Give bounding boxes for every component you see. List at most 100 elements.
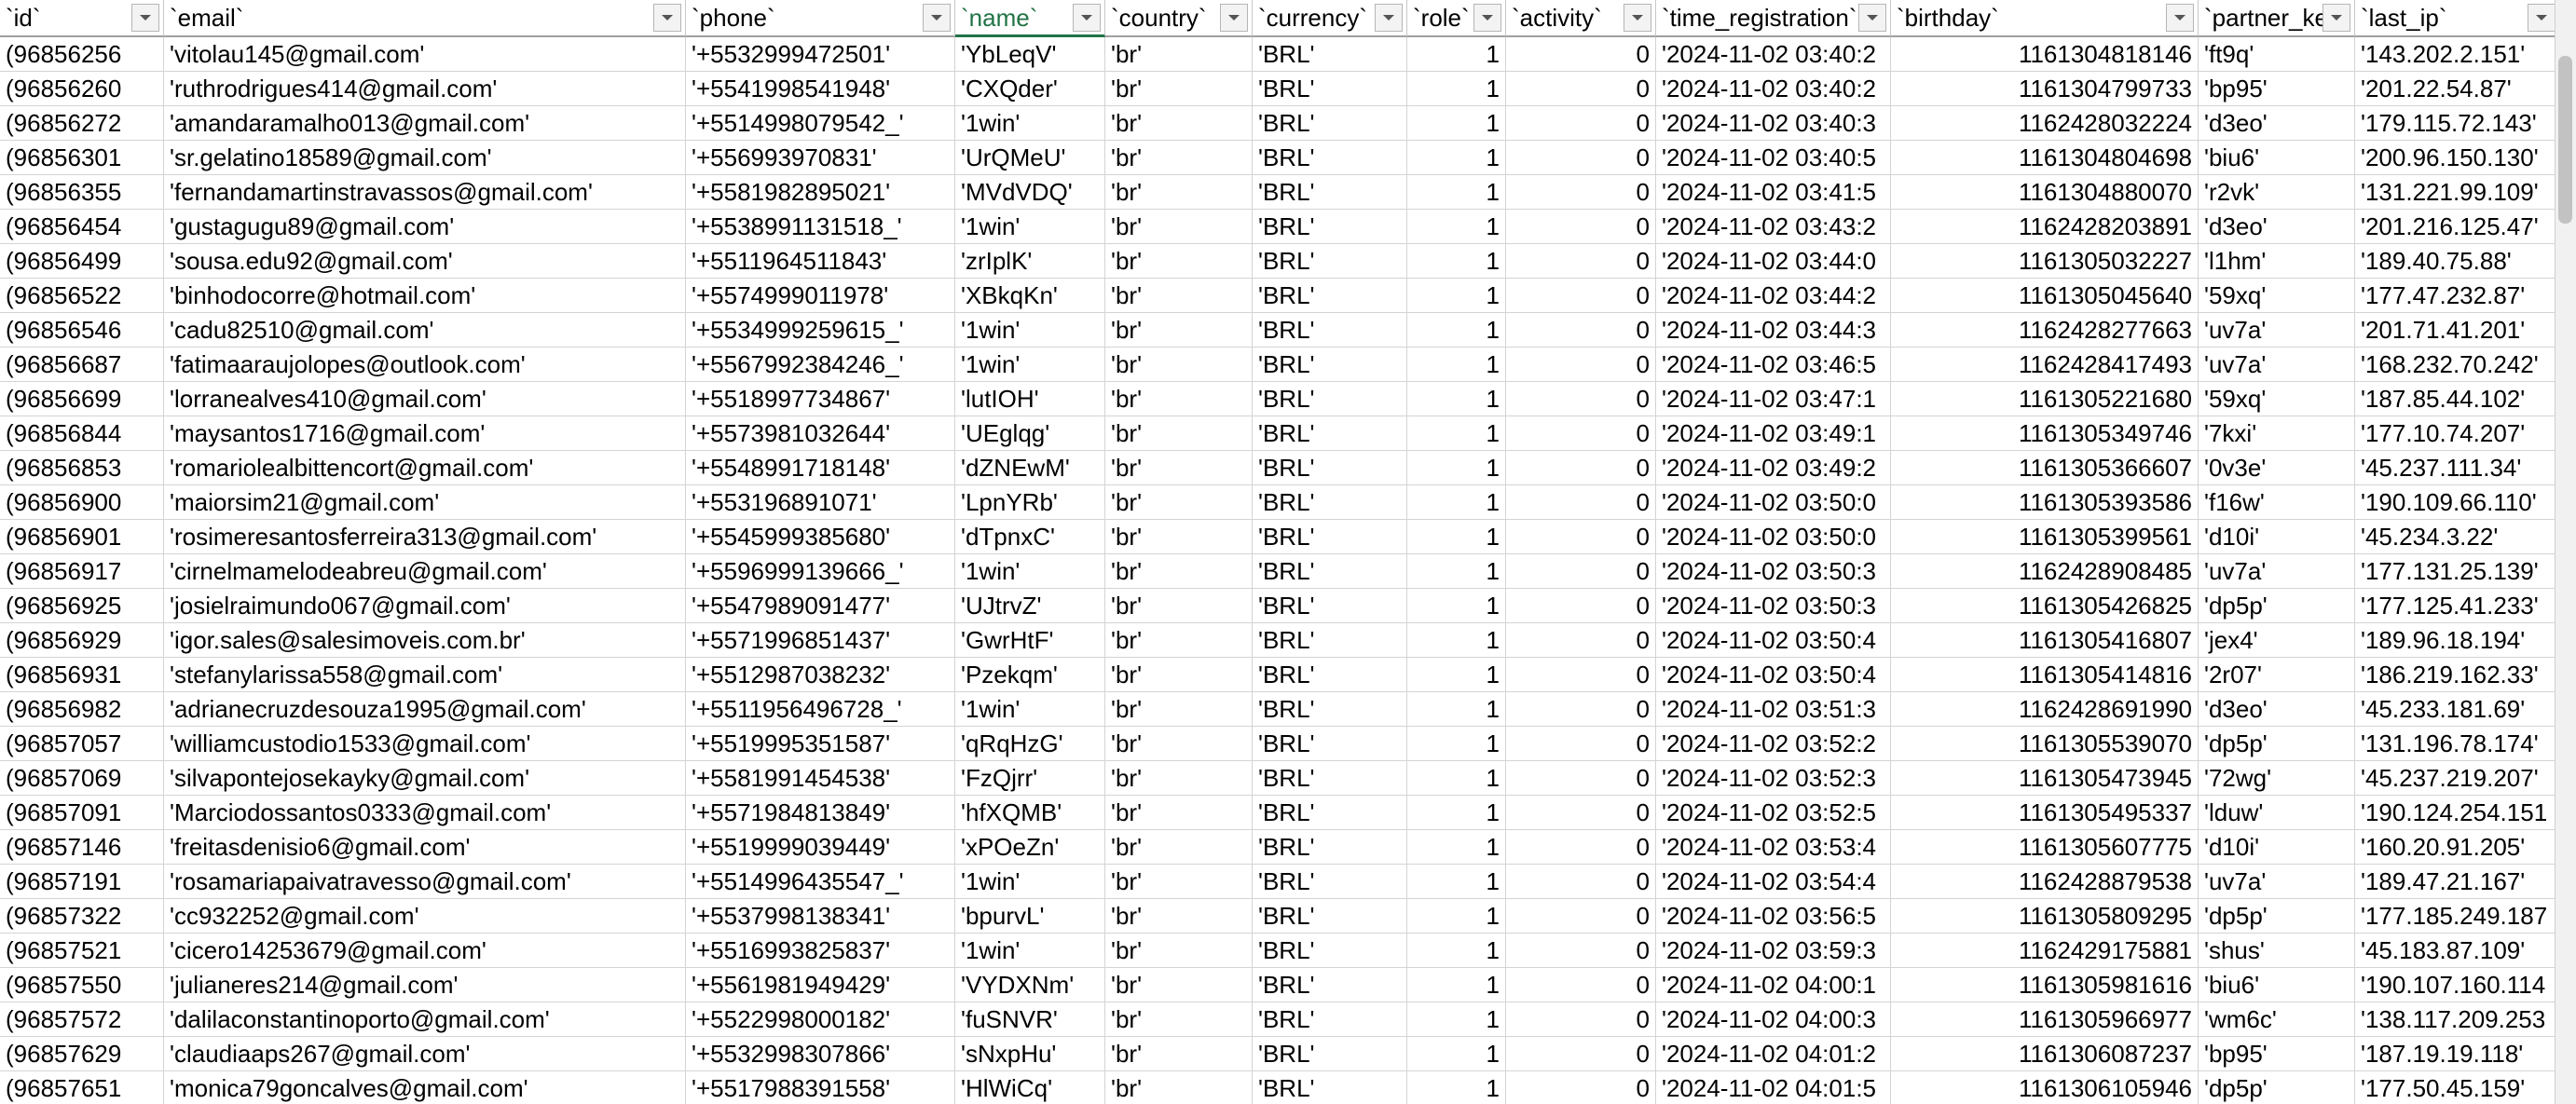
cell-time-registration[interactable]: '2024-11-02 03:49:2: [1656, 451, 1891, 485]
cell-last-ip[interactable]: '45.233.181.69': [2355, 692, 2560, 727]
cell-currency[interactable]: 'BRL': [1253, 106, 1407, 141]
cell-name[interactable]: 'YbLeqV': [955, 37, 1105, 72]
cell-name[interactable]: 'HlWiCq': [955, 1071, 1105, 1104]
cell-role[interactable]: 1: [1407, 348, 1506, 382]
cell-id[interactable]: (96856256: [0, 37, 164, 72]
cell-role[interactable]: 1: [1407, 761, 1506, 796]
cell-time-registration[interactable]: '2024-11-02 03:40:2: [1656, 72, 1891, 106]
cell-country[interactable]: 'br': [1105, 1071, 1253, 1104]
cell-last-ip[interactable]: '201.71.41.201': [2355, 313, 2560, 348]
cell-id[interactable]: (96856853: [0, 451, 164, 485]
cell-phone[interactable]: '+5581991454538': [686, 761, 955, 796]
cell-country[interactable]: 'br': [1105, 175, 1253, 210]
cell-country[interactable]: 'br': [1105, 865, 1253, 899]
cell-activity[interactable]: 0: [1506, 934, 1656, 968]
cell-phone[interactable]: '+5596999139666_': [686, 554, 955, 589]
cell-birthday[interactable]: 1161305399561: [1891, 520, 2199, 554]
cell-last-ip[interactable]: '177.10.74.207': [2355, 416, 2560, 451]
cell-role[interactable]: 1: [1407, 727, 1506, 761]
cell-partner-key[interactable]: '59xq': [2199, 279, 2355, 313]
cell-currency[interactable]: 'BRL': [1253, 175, 1407, 210]
cell-birthday[interactable]: 1162428277663: [1891, 313, 2199, 348]
column-header-email[interactable]: `email`: [164, 0, 686, 37]
cell-name[interactable]: 'VYDXNm': [955, 968, 1105, 1002]
cell-email[interactable]: 'julianeres214@gmail.com': [164, 968, 686, 1002]
cell-country[interactable]: 'br': [1105, 934, 1253, 968]
cell-activity[interactable]: 0: [1506, 658, 1656, 692]
cell-phone[interactable]: '+5514998079542_': [686, 106, 955, 141]
cell-id[interactable]: (96856982: [0, 692, 164, 727]
cell-time-registration[interactable]: '2024-11-02 03:43:2: [1656, 210, 1891, 244]
cell-time-registration[interactable]: '2024-11-02 03:49:1: [1656, 416, 1891, 451]
cell-id[interactable]: (96856260: [0, 72, 164, 106]
cell-country[interactable]: 'br': [1105, 348, 1253, 382]
cell-time-registration[interactable]: '2024-11-02 03:50:0: [1656, 520, 1891, 554]
cell-phone[interactable]: '+5538991131518_': [686, 210, 955, 244]
cell-partner-key[interactable]: 'l1hm': [2199, 244, 2355, 279]
cell-phone[interactable]: '+5516993825837': [686, 934, 955, 968]
cell-role[interactable]: 1: [1407, 796, 1506, 830]
cell-id[interactable]: (96856546: [0, 313, 164, 348]
cell-email[interactable]: 'romariolealbittencort@gmail.com': [164, 451, 686, 485]
cell-partner-key[interactable]: 'bp95': [2199, 72, 2355, 106]
vertical-scrollbar[interactable]: [2555, 0, 2576, 1104]
cell-name[interactable]: 'XBkqKn': [955, 279, 1105, 313]
cell-id[interactable]: (96857191: [0, 865, 164, 899]
cell-partner-key[interactable]: 'biu6': [2199, 968, 2355, 1002]
cell-birthday[interactable]: 1161305032227: [1891, 244, 2199, 279]
cell-id[interactable]: (96856929: [0, 623, 164, 658]
cell-last-ip[interactable]: '189.96.18.194': [2355, 623, 2560, 658]
cell-phone[interactable]: '+5514996435547_': [686, 865, 955, 899]
column-header-id[interactable]: `id`: [0, 0, 164, 37]
cell-name[interactable]: 'UJtrvZ': [955, 589, 1105, 623]
cell-activity[interactable]: 0: [1506, 416, 1656, 451]
cell-currency[interactable]: 'BRL': [1253, 1071, 1407, 1104]
cell-activity[interactable]: 0: [1506, 175, 1656, 210]
cell-activity[interactable]: 0: [1506, 244, 1656, 279]
cell-partner-key[interactable]: 'biu6': [2199, 141, 2355, 175]
cell-country[interactable]: 'br': [1105, 520, 1253, 554]
cell-activity[interactable]: 0: [1506, 106, 1656, 141]
cell-activity[interactable]: 0: [1506, 210, 1656, 244]
cell-id[interactable]: (96856900: [0, 485, 164, 520]
cell-last-ip[interactable]: '45.237.111.34': [2355, 451, 2560, 485]
cell-role[interactable]: 1: [1407, 1037, 1506, 1071]
cell-phone[interactable]: '+5541998541948': [686, 72, 955, 106]
cell-last-ip[interactable]: '187.19.19.118': [2355, 1037, 2560, 1071]
cell-currency[interactable]: 'BRL': [1253, 899, 1407, 934]
cell-partner-key[interactable]: 'wm6c': [2199, 1002, 2355, 1037]
filter-dropdown-icon[interactable]: [923, 4, 951, 32]
cell-phone[interactable]: '+5519995351587': [686, 727, 955, 761]
cell-currency[interactable]: 'BRL': [1253, 279, 1407, 313]
cell-last-ip[interactable]: '190.124.254.151: [2355, 796, 2560, 830]
cell-currency[interactable]: 'BRL': [1253, 830, 1407, 865]
cell-partner-key[interactable]: 'lduw': [2199, 796, 2355, 830]
cell-name[interactable]: 'CXQder': [955, 72, 1105, 106]
scrollbar-thumb[interactable]: [2558, 56, 2572, 224]
cell-last-ip[interactable]: '131.221.99.109': [2355, 175, 2560, 210]
cell-currency[interactable]: 'BRL': [1253, 623, 1407, 658]
cell-phone[interactable]: '+5581982895021': [686, 175, 955, 210]
cell-role[interactable]: 1: [1407, 623, 1506, 658]
cell-activity[interactable]: 0: [1506, 761, 1656, 796]
cell-country[interactable]: 'br': [1105, 210, 1253, 244]
cell-birthday[interactable]: 1161305393586: [1891, 485, 2199, 520]
cell-partner-key[interactable]: 'dp5p': [2199, 727, 2355, 761]
cell-country[interactable]: 'br': [1105, 72, 1253, 106]
cell-time-registration[interactable]: '2024-11-02 04:00:3: [1656, 1002, 1891, 1037]
cell-email[interactable]: 'sousa.edu92@gmail.com': [164, 244, 686, 279]
cell-birthday[interactable]: 1162429175881: [1891, 934, 2199, 968]
cell-id[interactable]: (96856522: [0, 279, 164, 313]
cell-partner-key[interactable]: 'jex4': [2199, 623, 2355, 658]
cell-currency[interactable]: 'BRL': [1253, 244, 1407, 279]
cell-phone[interactable]: '+553196891071': [686, 485, 955, 520]
cell-currency[interactable]: 'BRL': [1253, 348, 1407, 382]
cell-email[interactable]: 'josielraimundo067@gmail.com': [164, 589, 686, 623]
cell-email[interactable]: 'binhodocorre@hotmail.com': [164, 279, 686, 313]
cell-country[interactable]: 'br': [1105, 968, 1253, 1002]
cell-activity[interactable]: 0: [1506, 348, 1656, 382]
cell-id[interactable]: (96856454: [0, 210, 164, 244]
cell-partner-key[interactable]: '7kxi': [2199, 416, 2355, 451]
cell-birthday[interactable]: 1162428879538: [1891, 865, 2199, 899]
cell-time-registration[interactable]: '2024-11-02 03:50:3: [1656, 554, 1891, 589]
